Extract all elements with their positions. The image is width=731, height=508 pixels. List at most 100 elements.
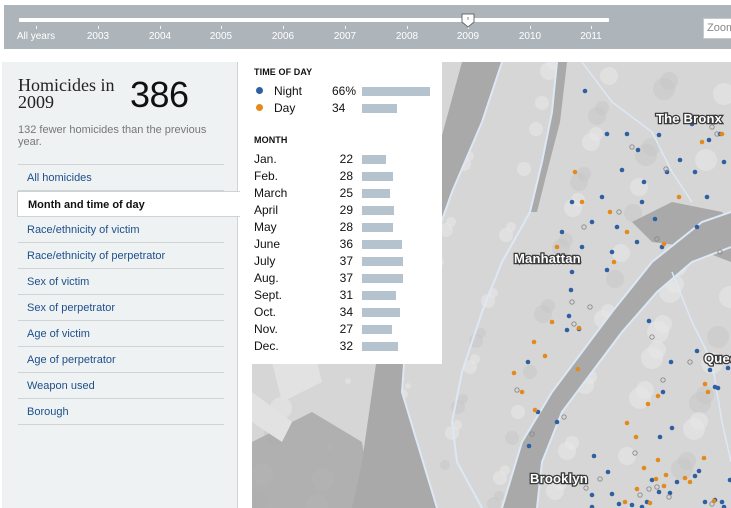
timeline-year-2011[interactable]: 2011 <box>580 31 602 42</box>
timeline-year-all[interactable]: All years <box>17 31 55 42</box>
nav-item-all-homicides[interactable]: All homicides <box>18 165 224 191</box>
month-bar <box>362 342 398 351</box>
nav-item-borough[interactable]: Borough <box>18 399 224 425</box>
day-dot-icon <box>256 104 263 111</box>
time-of-day-row-night: Night 66% <box>254 84 440 100</box>
legend-panel: TIME OF DAY Night 66% Day 34 MONTH Jan. 22 Fe… <box>252 62 442 364</box>
timeline-year-2010[interactable]: 2010 <box>519 31 541 42</box>
map-texture <box>494 491 504 501</box>
month-bar <box>362 308 400 317</box>
map-texture <box>345 378 351 384</box>
time-of-day-value: 34 <box>332 101 346 115</box>
homicide-marker-night <box>674 479 680 485</box>
timeline-year-2003[interactable]: 2003 <box>87 31 109 42</box>
homicide-marker-day <box>663 472 669 478</box>
homicide-marker-night <box>725 365 731 371</box>
category-nav: All homicides Month and time of day Race/e… <box>17 164 240 425</box>
timeline-year-2007[interactable]: 2007 <box>334 31 356 42</box>
map-texture <box>505 431 519 445</box>
homicide-marker-night <box>569 199 575 205</box>
year-timeline: Zoom All years 2003 2004 2005 2006 2007 2008 20… <box>4 5 731 49</box>
homicide-marker-day <box>653 476 659 482</box>
map-texture <box>595 101 609 115</box>
homicide-marker-night <box>656 489 662 495</box>
homicide-marker-night <box>692 169 698 175</box>
homicide-marker-night <box>668 359 674 365</box>
timeline-track[interactable] <box>19 18 609 22</box>
zoom-input[interactable]: Zoom <box>703 18 731 39</box>
month-value: 34 <box>339 305 353 319</box>
map-texture <box>695 149 717 171</box>
homicide-marker-day <box>719 131 725 137</box>
homicide-marker-day <box>611 259 617 265</box>
homicide-marker-day <box>622 499 628 505</box>
homicide-marker-night <box>715 385 721 391</box>
homicide-marker-night <box>635 147 641 153</box>
homicide-marker-night <box>707 367 713 373</box>
month-label: May <box>254 220 277 234</box>
month-value: 27 <box>339 322 353 336</box>
homicide-marker-night <box>582 88 588 94</box>
homicide-marker-night <box>589 219 595 225</box>
timeline-tick <box>98 26 99 29</box>
month-label: Sept. <box>254 288 283 302</box>
nav-item-race-ethnicity-of-victim[interactable]: Race/ethnicity of victim <box>18 217 224 243</box>
homicide-marker-night <box>614 224 620 230</box>
timeline-year-2005[interactable]: 2005 <box>210 31 232 42</box>
homicide-marker-night <box>554 419 560 425</box>
homicide-marker-night <box>706 137 712 143</box>
month-label: Nov. <box>254 322 278 336</box>
timeline-slider-handle[interactable] <box>461 13 475 28</box>
homicide-marker-day <box>549 319 555 325</box>
homicide-marker-day <box>572 169 578 175</box>
homicide-marker-night <box>719 499 725 505</box>
homicide-marker-day <box>511 370 517 376</box>
timeline-year-2009[interactable]: 2009 <box>457 31 479 42</box>
month-label: March <box>254 186 288 200</box>
homicide-marker-night <box>566 313 572 319</box>
nav-item-weapon-used[interactable]: Weapon used <box>18 373 224 399</box>
timeline-year-2006[interactable]: 2006 <box>272 31 294 42</box>
timeline-tick <box>591 26 592 29</box>
month-label: June <box>254 237 281 251</box>
homicide-marker-night <box>694 224 700 230</box>
homicide-marker-night <box>696 468 702 474</box>
homicide-marker-night <box>609 249 615 255</box>
homicide-marker-day <box>624 420 630 426</box>
homicide-marker-day <box>641 465 647 471</box>
map-texture <box>529 122 543 136</box>
nav-item-race-ethnicity-of-perpetrator[interactable]: Race/ethnicity of perpetrator <box>18 243 224 269</box>
month-row: April 29 <box>254 203 440 219</box>
month-value: 37 <box>339 254 353 268</box>
month-row: July 37 <box>254 254 440 270</box>
map-texture <box>565 436 579 450</box>
month-row: June 36 <box>254 237 440 253</box>
month-value: 28 <box>339 220 353 234</box>
time-of-day-bar <box>362 87 430 96</box>
nav-item-age-of-perpetrator[interactable]: Age of perpetrator <box>18 347 224 373</box>
homicide-marker-day <box>519 389 525 395</box>
month-value: 29 <box>339 203 353 217</box>
homicide-marker-day <box>655 457 661 463</box>
homicide-marker-night <box>677 157 683 163</box>
nav-item-month-and-time-of-day[interactable]: Month and time of day <box>17 191 240 217</box>
homicide-marker-night <box>694 348 700 354</box>
homicide-marker-night <box>604 131 610 137</box>
timeline-tick <box>36 26 37 29</box>
month-row: Feb. 28 <box>254 169 440 185</box>
timeline-year-2008[interactable]: 2008 <box>396 31 418 42</box>
homicide-marker-night <box>664 169 670 175</box>
nav-item-sex-of-perpetrator[interactable]: Sex of perpetrator <box>18 295 224 321</box>
homicide-marker-day <box>554 244 560 250</box>
time-of-day-label: Day <box>274 101 296 115</box>
homicide-marker-night <box>579 244 585 250</box>
homicide-marker-night <box>605 469 611 475</box>
month-label: Aug. <box>254 271 279 285</box>
timeline-year-2004[interactable]: 2004 <box>149 31 171 42</box>
homicide-marker-night <box>721 159 727 165</box>
map-texture <box>678 452 696 470</box>
month-label: April <box>254 203 279 217</box>
month-bar <box>362 206 395 215</box>
nav-item-sex-of-victim[interactable]: Sex of victim <box>18 269 224 295</box>
nav-item-age-of-victim[interactable]: Age of victim <box>18 321 224 347</box>
